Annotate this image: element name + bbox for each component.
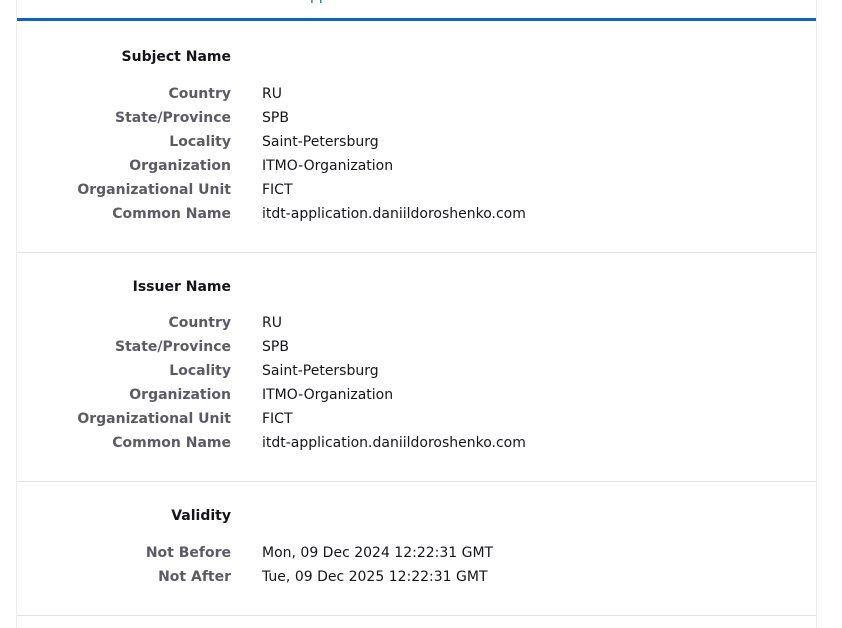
field-value: itdt-application.daniildoroshenko.com bbox=[262, 435, 526, 451]
field-label: Country bbox=[168, 86, 231, 102]
field-row-organization: Organization ITMO-Organization bbox=[17, 385, 816, 409]
field-row-common-name: Common Name itdt-application.daniildoros… bbox=[17, 204, 816, 228]
field-value: Saint-Petersburg bbox=[262, 363, 379, 379]
field-row-locality: Locality Saint-Petersburg bbox=[17, 361, 816, 385]
certificate-viewer: pp Subject Name Country RU State/Provinc… bbox=[0, 0, 842, 628]
field-label: Locality bbox=[169, 134, 231, 150]
field-value: Mon, 09 Dec 2024 12:22:31 GMT bbox=[262, 545, 494, 561]
field-value: Tue, 09 Dec 2025 12:22:31 GMT bbox=[262, 569, 488, 585]
field-label: Not After bbox=[158, 569, 231, 585]
selected-tab-label[interactable]: pp bbox=[310, 0, 328, 4]
field-value: FICT bbox=[262, 411, 293, 427]
field-value: RU bbox=[262, 315, 282, 331]
subject-name-section: Subject Name Country RU State/Province S… bbox=[17, 21, 816, 253]
field-label: State/Province bbox=[115, 339, 231, 355]
field-row-not-after: Not After Tue, 09 Dec 2025 12:22:31 GMT bbox=[17, 567, 816, 591]
field-value: ITMO-Organization bbox=[262, 387, 394, 403]
field-value: Saint-Petersburg bbox=[262, 134, 379, 150]
field-label: Common Name bbox=[112, 435, 231, 451]
field-row-not-before: Not Before Mon, 09 Dec 2024 12:22:31 GMT bbox=[17, 543, 816, 567]
field-label: Not Before bbox=[145, 545, 231, 561]
field-value: RU bbox=[262, 86, 282, 102]
section-title: Issuer Name bbox=[132, 279, 231, 295]
field-value: ITMO-Organization bbox=[262, 158, 394, 174]
field-row-country: Country RU bbox=[17, 84, 816, 108]
field-row-common-name: Common Name itdt-application.daniildoros… bbox=[17, 433, 816, 457]
section-title: Validity bbox=[171, 508, 231, 524]
field-label: Country bbox=[168, 315, 231, 331]
field-label: Organizational Unit bbox=[77, 411, 231, 427]
field-label: Organization bbox=[129, 158, 231, 174]
field-label: Common Name bbox=[112, 206, 231, 222]
field-row-state: State/Province SPB bbox=[17, 108, 816, 132]
field-value: itdt-application.daniildoroshenko.com bbox=[262, 206, 526, 222]
field-label: State/Province bbox=[115, 110, 231, 126]
field-row-locality: Locality Saint-Petersburg bbox=[17, 132, 816, 156]
field-label: Organization bbox=[129, 387, 231, 403]
field-row-country: Country RU bbox=[17, 313, 816, 337]
tab-strip: pp bbox=[17, 0, 816, 21]
section-title: Subject Name bbox=[121, 49, 231, 65]
field-row-organization: Organization ITMO-Organization bbox=[17, 156, 816, 180]
field-value: SPB bbox=[262, 339, 289, 355]
issuer-name-section: Issuer Name Country RU State/Province SP… bbox=[17, 253, 816, 482]
field-label: Locality bbox=[169, 363, 231, 379]
field-row-org-unit: Organizational Unit FICT bbox=[17, 409, 816, 433]
field-label: Organizational Unit bbox=[77, 182, 231, 198]
field-value: FICT bbox=[262, 182, 293, 198]
field-value: SPB bbox=[262, 110, 289, 126]
validity-section: Validity Not Before Mon, 09 Dec 2024 12:… bbox=[17, 482, 816, 616]
field-row-state: State/Province SPB bbox=[17, 337, 816, 361]
certificate-panel: pp Subject Name Country RU State/Provinc… bbox=[16, 0, 817, 628]
field-row-org-unit: Organizational Unit FICT bbox=[17, 180, 816, 204]
